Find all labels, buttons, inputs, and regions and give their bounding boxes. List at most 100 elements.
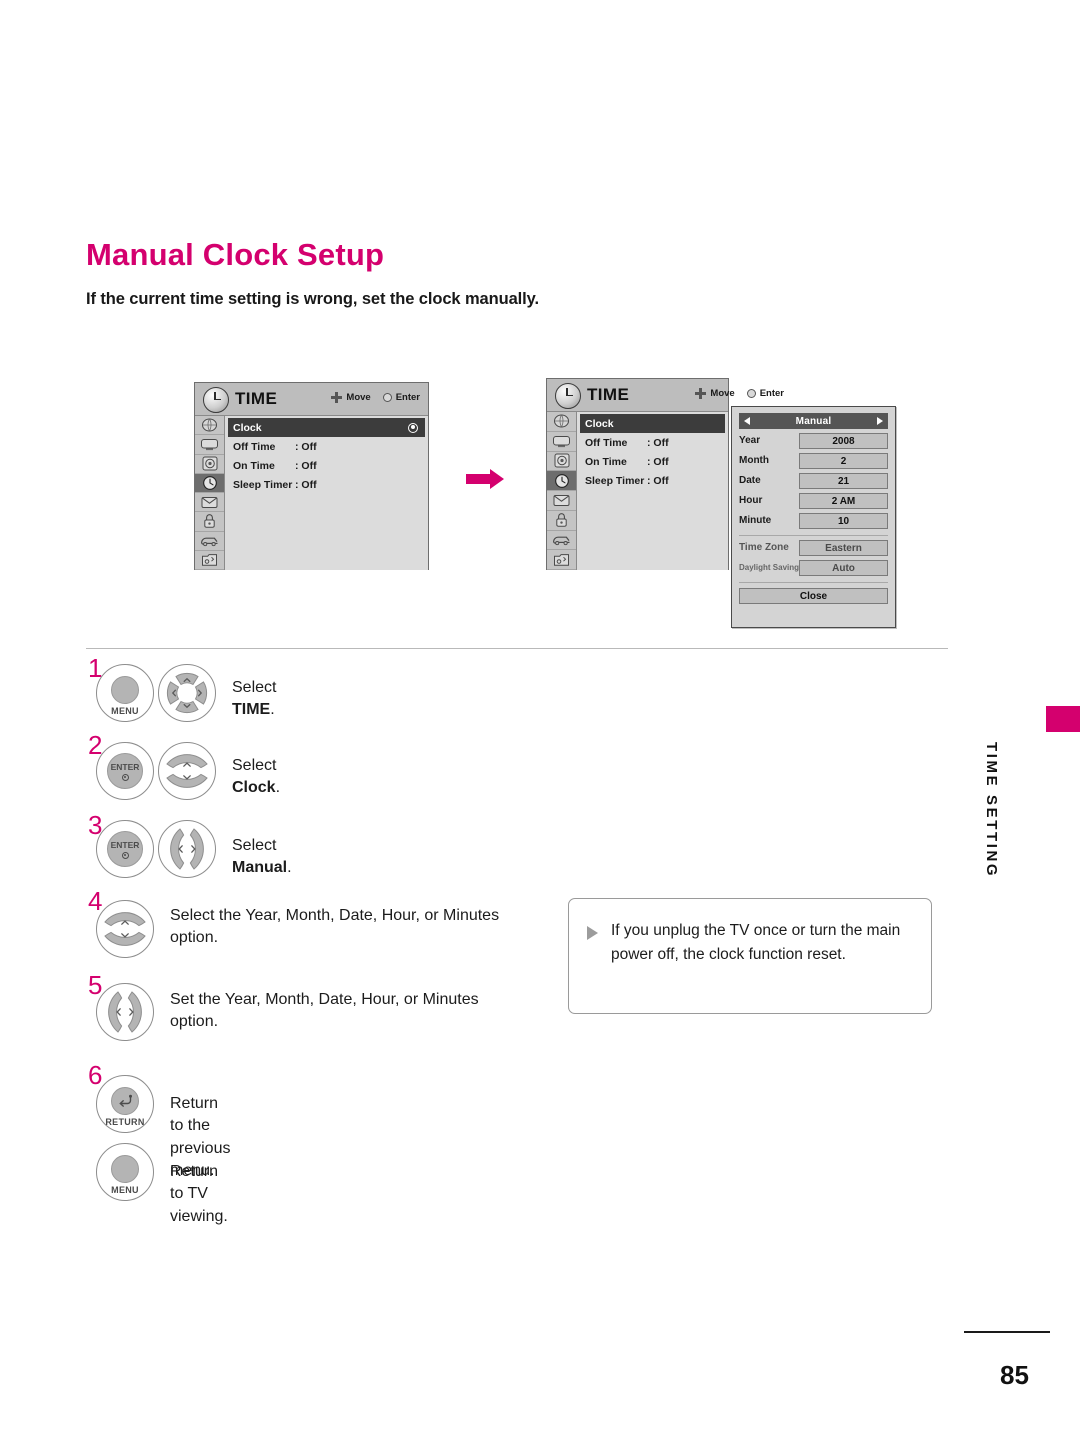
note-box: If you unplug the TV once or turn the ma… bbox=[568, 898, 932, 1014]
rail-icon-audio-icon[interactable] bbox=[195, 455, 224, 474]
menu-button-cap bbox=[111, 675, 139, 704]
osd-row-sleep-timer[interactable]: Sleep Timer : Off bbox=[225, 475, 428, 494]
step-text-emphasis: TIME bbox=[232, 701, 271, 719]
up-down-button[interactable] bbox=[96, 900, 154, 958]
navigation-pad-icon bbox=[695, 388, 707, 399]
step-text-tail: . bbox=[287, 859, 292, 877]
enter-dot-icon bbox=[382, 393, 392, 402]
field-label: Year bbox=[739, 434, 761, 446]
field-row-time-zone: Time Zone Eastern bbox=[739, 540, 888, 556]
rail-icon-picture-icon[interactable] bbox=[547, 412, 576, 432]
hint-enter: Enter bbox=[746, 388, 784, 399]
osd-title: TIME bbox=[587, 385, 630, 404]
menu-button-label: MENU bbox=[111, 1185, 139, 1195]
note-text: If you unplug the TV once or turn the ma… bbox=[611, 922, 901, 964]
rail-icon-audio-icon[interactable] bbox=[547, 452, 576, 472]
osd-row-label: Off Time bbox=[233, 440, 276, 453]
enter-button-cap: ENTER bbox=[107, 831, 143, 867]
osd-header: TIME Move Enter bbox=[195, 383, 428, 416]
rail-icon-usb-icon[interactable] bbox=[195, 551, 224, 570]
rail-icon-lock-icon[interactable] bbox=[547, 511, 576, 531]
manual-clock-dialog: Manual Year 2008 Month 2 Date 21 Hour 2 … bbox=[731, 406, 896, 628]
step-text-line2: option. bbox=[170, 929, 219, 947]
enter-button[interactable]: ENTER bbox=[96, 820, 154, 878]
step-text-tail: . bbox=[275, 779, 281, 797]
dialog-header: Manual bbox=[739, 413, 888, 429]
osd-row-off-time[interactable]: Off Time : Off bbox=[225, 437, 428, 456]
rail-icon-option-icon[interactable] bbox=[195, 493, 224, 513]
return-button[interactable]: RETURN bbox=[96, 1075, 154, 1133]
field-value-minute[interactable]: 10 bbox=[799, 513, 888, 529]
rail-icon-input-icon[interactable] bbox=[195, 532, 224, 551]
field-label: Minute bbox=[739, 514, 772, 526]
menu-button[interactable]: MENU bbox=[96, 1143, 154, 1201]
rail-icon-option-icon[interactable] bbox=[547, 491, 576, 511]
field-label: Date bbox=[739, 474, 761, 486]
step-text-tail: . bbox=[270, 701, 275, 719]
section-divider bbox=[86, 648, 948, 649]
rail-icon-picture-icon[interactable] bbox=[195, 416, 224, 436]
osd-row-clock[interactable]: Clock bbox=[228, 418, 425, 437]
field-value-date[interactable]: 21 bbox=[799, 473, 888, 489]
field-value-time-zone[interactable]: Eastern bbox=[799, 540, 888, 556]
enter-dot-icon bbox=[121, 773, 129, 781]
step-number: 6 bbox=[88, 1060, 103, 1090]
hint-enter: Enter bbox=[382, 392, 420, 403]
osd-item-list: Clock Off Time : Off On Time : Off Sleep… bbox=[577, 412, 728, 570]
osd-body: Clock Off Time : Off On Time : Off Sleep… bbox=[547, 412, 728, 570]
step-text-emphasis: Clock bbox=[232, 779, 276, 797]
hint-move: Move bbox=[695, 388, 735, 399]
field-value-hour[interactable]: 2 AM bbox=[799, 493, 888, 509]
hint-move: Move bbox=[331, 392, 371, 403]
field-value-daylight-saving[interactable]: Auto bbox=[799, 560, 888, 576]
rail-icon-input-icon[interactable] bbox=[547, 531, 576, 551]
dialog-divider bbox=[739, 582, 888, 583]
rail-icon-usb-icon[interactable] bbox=[547, 550, 576, 570]
step-text-lead: Select bbox=[232, 837, 277, 854]
field-row-daylight-saving: Daylight Saving Auto bbox=[739, 560, 888, 576]
osd-title: TIME bbox=[235, 389, 278, 408]
navigation-pad-button[interactable] bbox=[158, 664, 216, 722]
clock-icon bbox=[555, 383, 581, 409]
field-label: Hour bbox=[739, 494, 763, 506]
left-right-button[interactable] bbox=[96, 983, 154, 1041]
flow-arrow-icon bbox=[466, 466, 510, 492]
osd-header: TIME Move Enter bbox=[547, 379, 784, 412]
menu-button[interactable]: MENU bbox=[96, 664, 154, 722]
osd-row-label: On Time bbox=[233, 459, 275, 472]
enter-button-label: ENTER bbox=[110, 762, 140, 773]
hint-move-label: Move bbox=[710, 388, 735, 399]
page-subtitle: If the current time setting is wrong, se… bbox=[86, 290, 539, 308]
osd-body: Clock Off Time : Off On Time : Off Sleep… bbox=[195, 416, 428, 570]
field-row-minute: Minute 10 bbox=[739, 513, 888, 529]
rail-icon-screen-icon[interactable] bbox=[547, 432, 576, 452]
menu-button-cap bbox=[111, 1154, 139, 1183]
field-value-month[interactable]: 2 bbox=[799, 453, 888, 469]
osd-row-clock[interactable]: Clock bbox=[580, 414, 725, 433]
step-text-line2: option. bbox=[170, 1013, 219, 1031]
osd-row-sleep-timer[interactable]: Sleep Timer : Off bbox=[577, 471, 728, 490]
right-arrow-icon[interactable] bbox=[877, 417, 883, 425]
osd-row-off-time[interactable]: Off Time : Off bbox=[577, 433, 728, 452]
left-right-button[interactable] bbox=[158, 820, 216, 878]
rail-icon-time-clock-icon[interactable] bbox=[195, 473, 224, 493]
rail-icon-screen-icon[interactable] bbox=[195, 435, 224, 455]
up-down-button[interactable] bbox=[158, 742, 216, 800]
osd-row-on-time[interactable]: On Time : Off bbox=[225, 456, 428, 475]
enter-dot-icon bbox=[121, 851, 129, 859]
enter-button[interactable]: ENTER bbox=[96, 742, 154, 800]
osd-row-value: : Off bbox=[647, 474, 669, 487]
return-arrow-icon bbox=[118, 1094, 132, 1107]
field-label: Month bbox=[739, 454, 769, 466]
step-text-lead: Select bbox=[232, 679, 277, 696]
osd-row-value: : Off bbox=[295, 459, 317, 472]
osd-row-on-time[interactable]: On Time : Off bbox=[577, 452, 728, 471]
rail-icon-lock-icon[interactable] bbox=[195, 512, 224, 532]
field-value-year[interactable]: 2008 bbox=[799, 433, 888, 449]
osd-row-value: : Off bbox=[295, 440, 317, 453]
step-1-text: Select TIME. bbox=[232, 677, 276, 722]
rail-icon-time-clock-icon[interactable] bbox=[547, 471, 576, 491]
osd-sidebar-rail bbox=[195, 416, 225, 570]
close-button[interactable]: Close bbox=[739, 588, 888, 604]
field-label: Daylight Saving bbox=[739, 562, 800, 572]
